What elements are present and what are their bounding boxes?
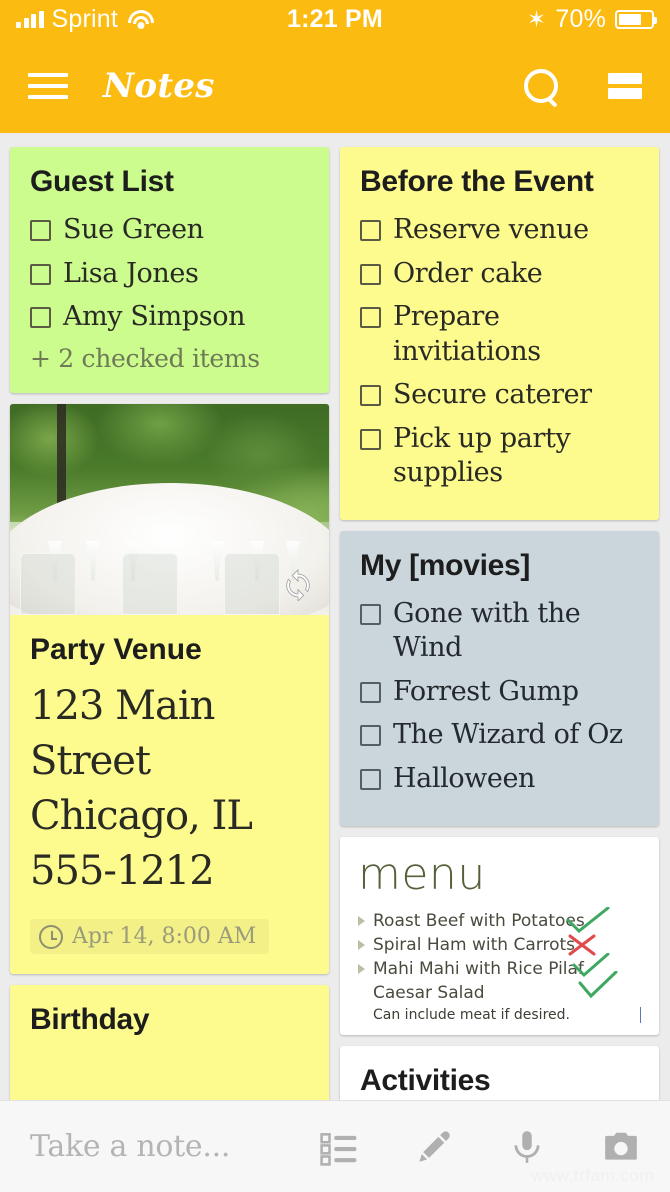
checklist-item[interactable]: The Wizard of Oz (360, 718, 639, 753)
checkbox-icon[interactable] (360, 220, 381, 241)
hamburger-menu-icon[interactable] (28, 72, 68, 99)
cellular-signal-icon (16, 10, 44, 28)
checklist-item-label: Secure caterer (393, 379, 592, 411)
checkbox-icon[interactable] (30, 263, 51, 285)
checklist-item-label: Order cake (393, 257, 543, 289)
checkbox-icon[interactable] (360, 385, 381, 407)
wifi-icon (128, 9, 155, 29)
checklist-icon[interactable] (320, 1128, 358, 1166)
brush-icon[interactable] (414, 1128, 452, 1166)
page-title: Notes (103, 65, 215, 106)
menu-marks-group (563, 906, 623, 1003)
venue-address-line-3: 555-1212 (30, 848, 215, 895)
menu-items-list: Roast Beef with Potatoes Spiral Ham with… (358, 906, 641, 1023)
menu-item-label: Spiral Ham with Carrots (373, 934, 575, 955)
checklist-item-label: Lisa Jones (63, 257, 199, 289)
status-bar: Sprint 1:21 PM ✶ 70% (0, 0, 670, 38)
checklist-item[interactable]: Forrest Gump (360, 675, 639, 710)
battery-icon (615, 9, 657, 29)
checklist-item-label: Halloween (393, 763, 536, 795)
check-mark-icon (578, 970, 618, 998)
venue-address-line-1: 123 Main Street (30, 682, 215, 784)
notes-column-right: Before the Event Reserve venue Order cak… (340, 147, 659, 1162)
checkbox-icon[interactable] (30, 307, 51, 329)
checklist-item[interactable]: Gone with the Wind (360, 597, 639, 666)
checklist-item[interactable]: Prepare invitiations (360, 300, 639, 369)
bullet-icon (358, 915, 365, 926)
checklist-item[interactable]: Sue Green (30, 213, 309, 248)
menu-item-label: Caesar Salad (373, 982, 485, 1003)
checkbox-icon[interactable] (360, 725, 381, 747)
checkbox-icon[interactable] (360, 428, 381, 450)
notes-board[interactable]: Guest List Sue Green Lisa Jones Amy Simp… (0, 133, 670, 1192)
note-title: Party Venue (30, 632, 202, 666)
checklist-item-label: Gone with the Wind (393, 597, 581, 664)
menu-heading: menu (358, 848, 486, 900)
carrier-label: Sprint (51, 4, 119, 33)
checkbox-icon[interactable] (30, 220, 51, 241)
checklist-item[interactable]: Order cake (360, 257, 639, 292)
checklist-item-label: Sue Green (63, 214, 204, 245)
note-card-guest-list[interactable]: Guest List Sue Green Lisa Jones Amy Simp… (10, 147, 329, 393)
checklist-item-label: The Wizard of Oz (393, 719, 623, 751)
menu-item-label: Roast Beef with Potatoes (373, 910, 585, 931)
checklist-item[interactable]: Pick up party supplies (360, 422, 639, 491)
camera-icon[interactable] (602, 1128, 640, 1166)
bullet-icon (358, 963, 365, 974)
battery-percent-label: 70% (555, 4, 606, 33)
bluetooth-icon: ✶ (526, 5, 547, 32)
note-title: Activities (360, 1063, 491, 1097)
microphone-icon[interactable] (508, 1128, 546, 1166)
checklist-item[interactable]: Reserve venue (360, 213, 639, 248)
checked-items-summary[interactable]: + 2 checked items (30, 344, 309, 373)
notes-column-left: Guest List Sue Green Lisa Jones Amy Simp… (10, 147, 329, 1112)
checkbox-icon[interactable] (360, 307, 381, 329)
note-photo-wrapper (10, 403, 329, 615)
checkbox-icon[interactable] (360, 603, 381, 625)
app-bar: Notes (0, 38, 670, 133)
bullet-icon (358, 939, 365, 950)
checkbox-icon[interactable] (360, 263, 381, 285)
checklist-item-label: Forrest Gump (393, 675, 579, 707)
note-title: Before the Event (360, 165, 594, 198)
note-title: My [movies] (360, 548, 531, 582)
compose-bar: Take a note... www.trfam.com (0, 1100, 670, 1192)
reminder-chip[interactable]: Apr 14, 8:00 AM (30, 919, 270, 955)
checklist-item-label: Pick up party supplies (393, 422, 571, 489)
clock-icon (39, 924, 63, 949)
status-bar-left: Sprint (16, 4, 155, 34)
note-card-before-the-event[interactable]: Before the Event Reserve venue Order cak… (340, 147, 659, 520)
reminder-label: Apr 14, 8:00 AM (72, 924, 257, 950)
checklist-item-label: Amy Simpson (63, 301, 246, 333)
list-view-toggle-icon[interactable] (608, 72, 642, 99)
menu-note-label: Can include meat if desired. (373, 1006, 641, 1023)
checkbox-icon[interactable] (360, 769, 381, 791)
compose-actions (320, 1128, 640, 1166)
note-venue-body: Party Venue 123 Main Street Chicago, IL … (10, 615, 329, 975)
note-card-party-venue[interactable]: Party Venue 123 Main Street Chicago, IL … (10, 403, 329, 975)
notes-columns: Guest List Sue Green Lisa Jones Amy Simp… (10, 147, 660, 1162)
sync-icon[interactable] (281, 567, 315, 601)
checklist-item[interactable]: Amy Simpson (30, 300, 309, 335)
note-title: Guest List (30, 165, 174, 198)
note-card-my-movies[interactable]: My [movies] Gone with the Wind Forrest G… (340, 530, 659, 826)
checklist-item[interactable]: Halloween (360, 762, 639, 797)
note-card-birthday[interactable]: Birthday (10, 985, 329, 1112)
take-a-note-input[interactable]: Take a note... (30, 1129, 230, 1164)
checklist-item-label: Reserve venue (393, 214, 589, 245)
note-card-menu-image[interactable]: menu Roast Beef with Potatoes Spiral Ham… (340, 836, 659, 1035)
checklist-item[interactable]: Lisa Jones (30, 257, 309, 292)
check-mark-icon (566, 906, 610, 933)
search-icon[interactable] (524, 68, 558, 103)
notes-app-screen: Sprint 1:21 PM ✶ 70% Notes Guest List Su… (0, 0, 670, 1192)
checklist-item-label: Prepare invitiations (393, 301, 541, 367)
checklist-item[interactable]: Secure caterer (360, 378, 639, 413)
checkbox-icon[interactable] (360, 681, 381, 703)
watermark-label: www.trfam.com (531, 1166, 654, 1185)
venue-address-line-2: Chicago, IL (30, 793, 253, 840)
app-bar-actions (524, 68, 642, 103)
status-bar-right: ✶ 70% (526, 4, 657, 34)
menu-item-label: Mahi Mahi with Rice Pilaf (373, 958, 584, 979)
note-title: Birthday (30, 1003, 150, 1037)
